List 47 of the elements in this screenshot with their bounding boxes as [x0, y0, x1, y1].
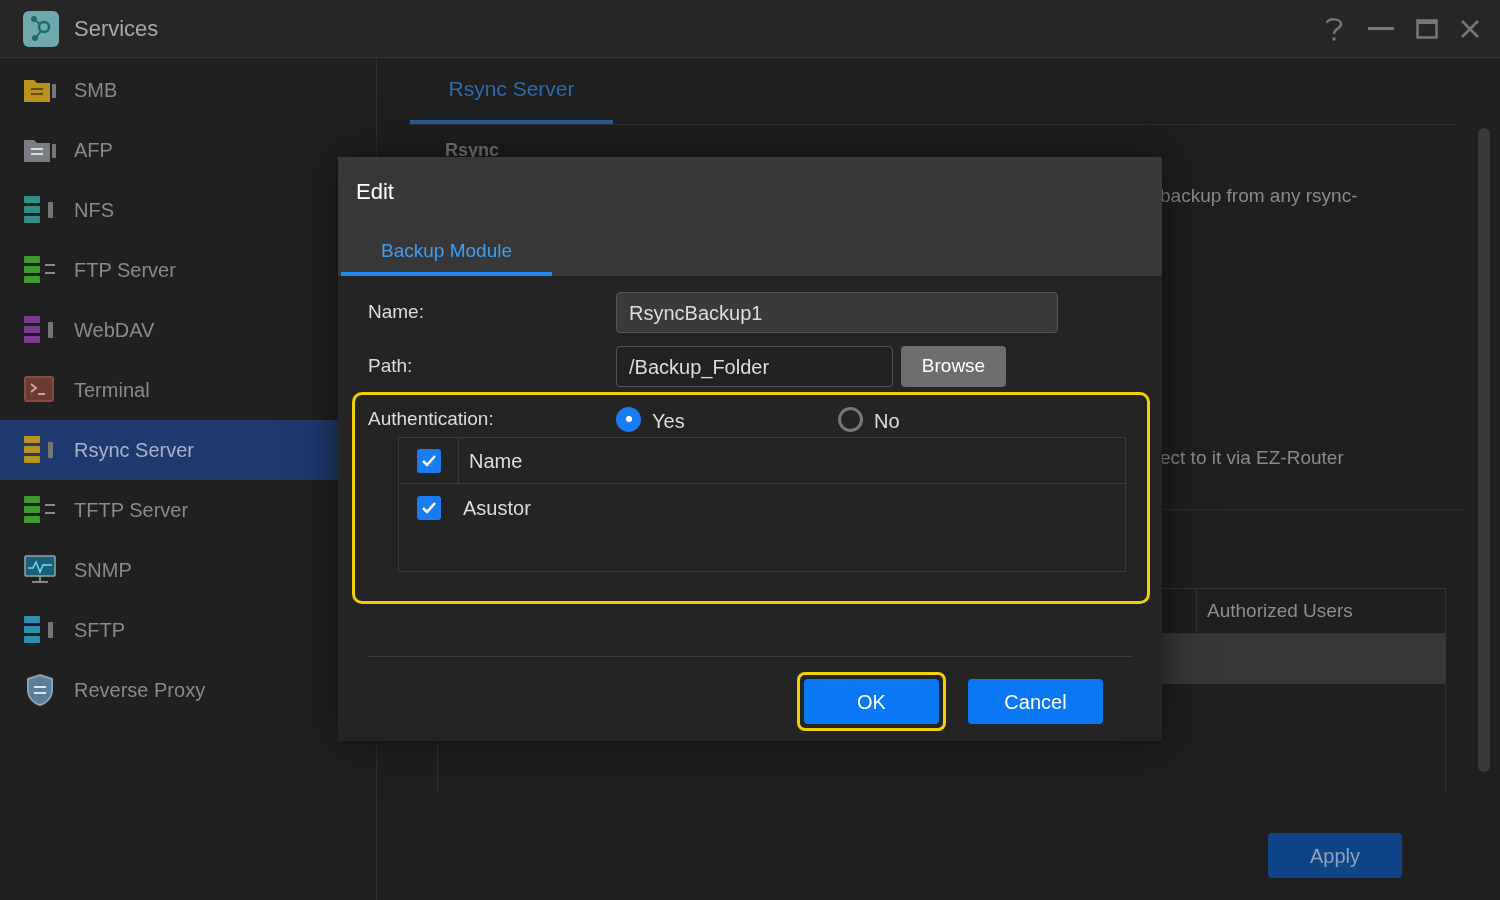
server-icon: [22, 254, 58, 286]
checkbox[interactable]: [417, 496, 441, 520]
sidebar-item[interactable]: SFTP: [0, 600, 338, 660]
sidebar-item[interactable]: AFP: [0, 120, 338, 180]
sidebar-item[interactable]: NFS: [0, 180, 338, 240]
sidebar-item[interactable]: SNMP: [0, 540, 338, 600]
sidebar-item[interactable]: SMB: [0, 60, 338, 120]
sidebar-item[interactable]: TFTP Server: [0, 480, 338, 540]
table-cell-text: Asustor: [462, 496, 531, 521]
sidebar-item[interactable]: FTP Server: [0, 240, 338, 300]
radio-button[interactable]: [616, 406, 641, 432]
sidebar-item[interactable]: Terminal: [0, 360, 338, 420]
maximize-icon[interactable]: [1416, 18, 1438, 39]
path-field[interactable]: /Backup_Folder: [616, 346, 893, 387]
terminal-icon: [23, 375, 57, 405]
monitor-icon: [23, 554, 57, 586]
dialog-title: Edit: [356, 179, 394, 204]
check-icon: [421, 501, 437, 515]
close-icon[interactable]: [1460, 18, 1480, 39]
server-icon: [22, 494, 58, 526]
check-icon: [420, 453, 437, 468]
minimize-icon[interactable]: [1368, 26, 1394, 31]
field-label: Authentication:: [367, 406, 495, 431]
description-text: backup from any rsync-: [1160, 183, 1358, 208]
field-label: Name:: [367, 300, 425, 325]
table-header-cell-text: Authorized Users: [1206, 598, 1354, 623]
tab[interactable]: Backup Module: [341, 230, 552, 276]
ok-button[interactable]: OK: [804, 679, 939, 724]
tab[interactable]: Rsync Server: [410, 58, 613, 124]
field-label: Path:: [367, 354, 414, 379]
sidebar-item[interactable]: Reverse Proxy: [0, 660, 338, 720]
radio-button[interactable]: [838, 406, 863, 432]
checkbox[interactable]: [416, 448, 441, 473]
section-heading: Rsync: [445, 140, 500, 160]
table-header-cell-text: Name: [468, 448, 523, 474]
shield-icon: [25, 673, 55, 707]
name-field[interactable]: RsyncBackup1: [616, 292, 1058, 333]
browse-button[interactable]: Browse: [901, 346, 1006, 387]
cancel-button[interactable]: Cancel: [968, 679, 1103, 724]
apply-button[interactable]: Apply: [1268, 833, 1402, 878]
sidebar-item[interactable]: Rsync Server: [0, 420, 338, 480]
scrollbar[interactable]: [1478, 128, 1490, 772]
sidebar-item[interactable]: WebDAV: [0, 300, 338, 360]
window-title: Services: [74, 15, 159, 43]
radio-option[interactable]: No: [838, 402, 1060, 436]
radio-option[interactable]: Yes: [616, 402, 838, 436]
app-icon: [23, 10, 59, 47]
